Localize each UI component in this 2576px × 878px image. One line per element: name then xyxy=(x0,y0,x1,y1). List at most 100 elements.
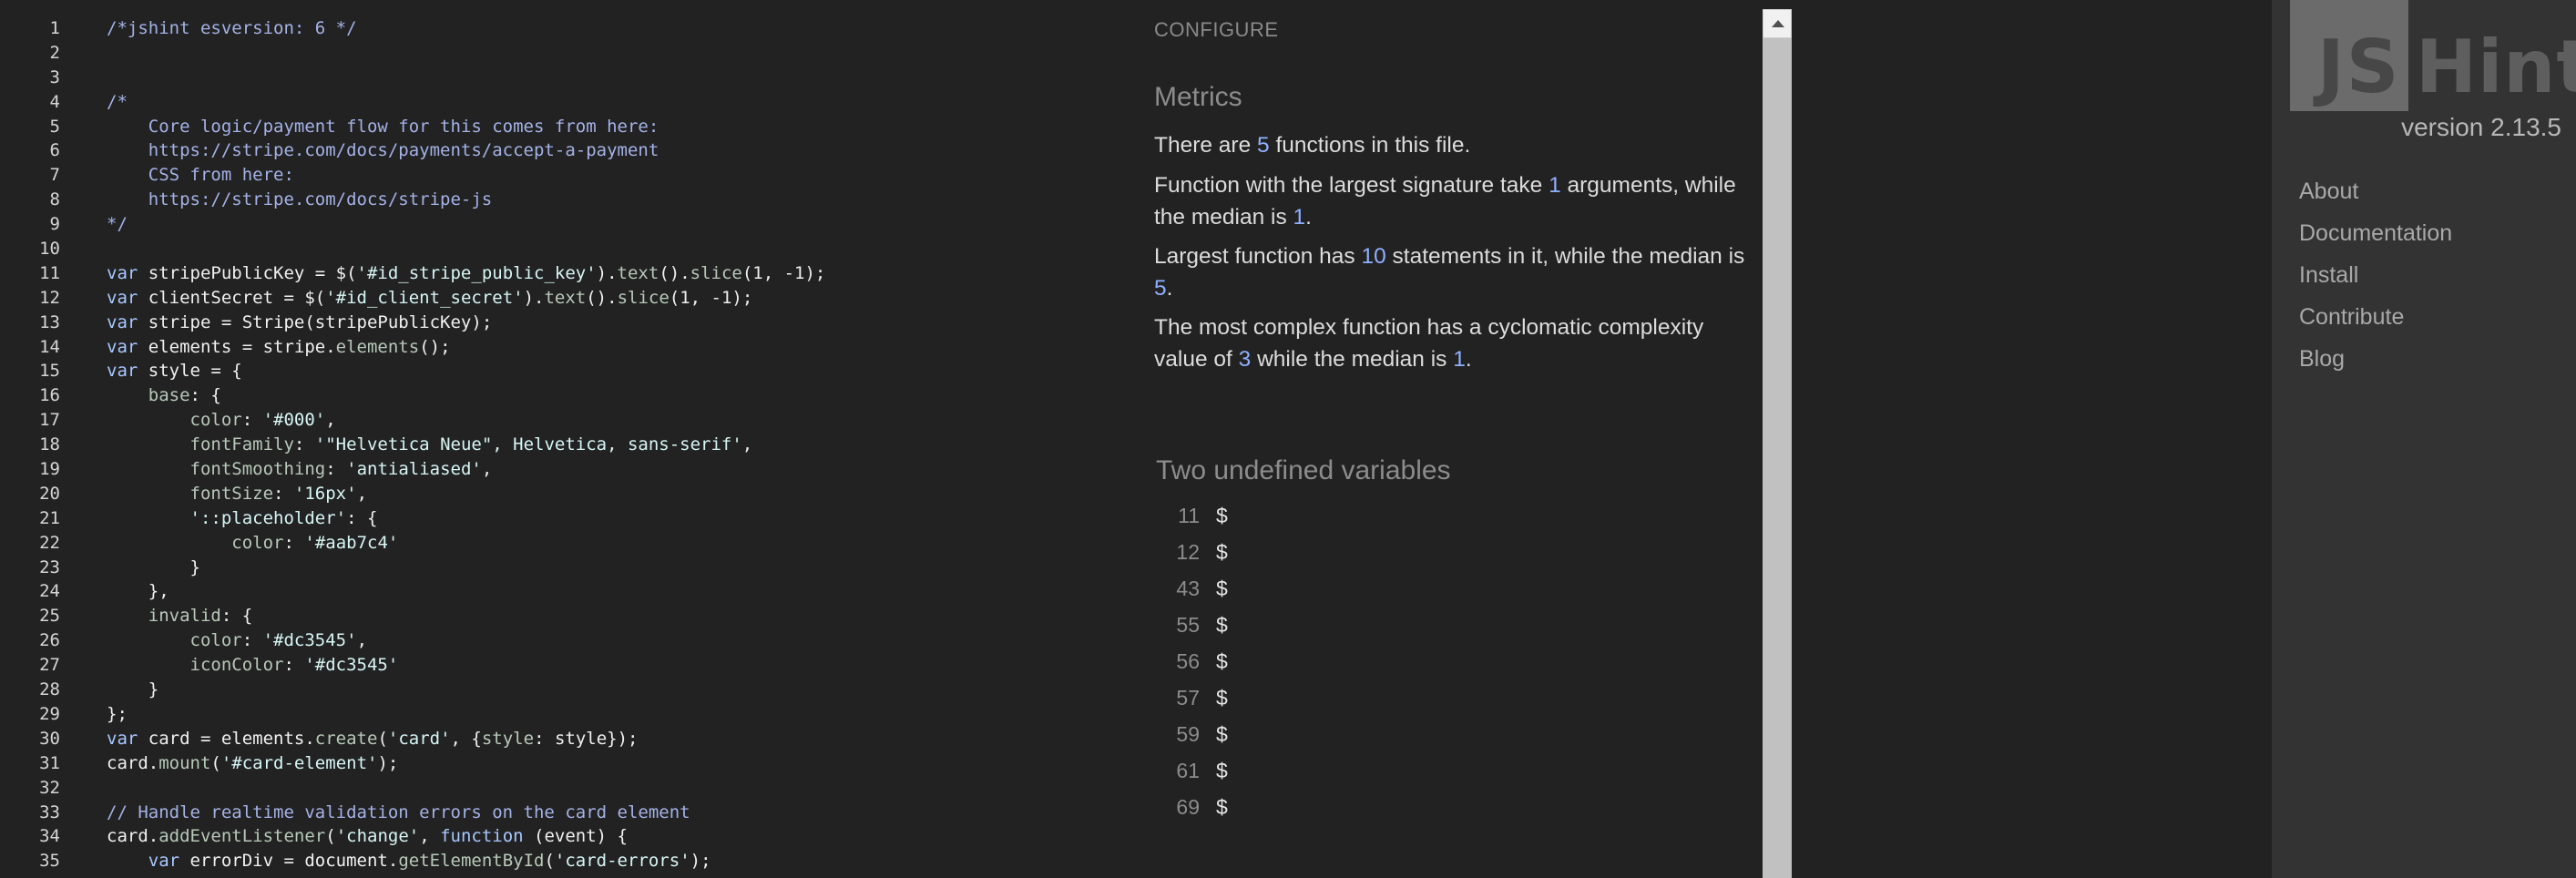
undefined-variable-line[interactable]: 43 xyxy=(1156,570,1200,607)
code-line[interactable]: card.mount('#card-element'); xyxy=(107,751,1127,776)
undefined-variable-row[interactable]: 12 $ xyxy=(1156,534,1227,570)
code-token: create xyxy=(314,728,378,749)
code-token: '::placeholder' xyxy=(189,507,347,528)
undefined-variable-line[interactable]: 61 xyxy=(1156,752,1200,789)
code-token: elements xyxy=(335,336,420,357)
code-token: (1, -1); xyxy=(741,262,826,283)
nav-contribute[interactable]: Contribute xyxy=(2299,304,2404,331)
code-token: (). xyxy=(659,262,690,283)
code-line[interactable]: color: '#000', xyxy=(107,408,1127,433)
code-line[interactable] xyxy=(107,237,1127,261)
undefined-variable-row[interactable]: 69 $ xyxy=(1156,789,1227,825)
code-line[interactable]: var elements = stripe.elements(); xyxy=(107,335,1127,360)
code-token: var xyxy=(107,311,138,332)
code-line[interactable]: fontFamily: '"Helvetica Neue", Helvetica… xyxy=(107,433,1127,457)
code-editor[interactable]: 1 2 3 4 5 6 7 8 9 10 11 12 13 14 15 16 17 18 19 20 21 22 23 24 2… xyxy=(0,0,1130,878)
code-line[interactable]: var style = { xyxy=(107,359,1127,383)
undefined-variable-row[interactable]: 43 $ xyxy=(1156,570,1227,607)
scroll-thumb[interactable] xyxy=(1764,42,1790,878)
configure-link[interactable]: CONFIGURE xyxy=(1154,18,1279,42)
nav-blog[interactable]: Blog xyxy=(2299,346,2345,373)
undefined-variable-row[interactable]: 56 $ xyxy=(1156,643,1227,679)
code-token: : xyxy=(325,459,347,480)
undefined-variable-row[interactable]: 59 $ xyxy=(1156,716,1227,752)
undefined-variable-name: $ xyxy=(1216,504,1228,527)
undefined-variable-line[interactable]: 69 xyxy=(1156,789,1200,825)
line-number: 14 xyxy=(39,336,60,357)
nav-install[interactable]: Install xyxy=(2299,262,2358,289)
undefined-variable-row[interactable]: 57 $ xyxy=(1156,679,1227,716)
code-line[interactable]: } xyxy=(107,556,1127,580)
code-token: text xyxy=(617,262,659,283)
undefined-variable-line[interactable]: 57 xyxy=(1156,679,1200,716)
code-token: var xyxy=(107,287,138,308)
code-token: 'card-errors' xyxy=(554,851,690,872)
undefined-variable-row[interactable]: 61 $ xyxy=(1156,752,1228,789)
code-token: fontFamily xyxy=(189,434,294,455)
code-line[interactable]: color: '#aab7c4' xyxy=(107,531,1127,556)
code-line[interactable]: }, xyxy=(107,579,1127,604)
code-line[interactable]: var clientSecret = $('#id_client_secret'… xyxy=(107,286,1127,311)
code-line[interactable]: var stripePublicKey = $('#id_stripe_publ… xyxy=(107,261,1127,286)
code-line[interactable]: var card = elements.create('card', {styl… xyxy=(107,727,1127,751)
undefined-variable-line[interactable]: 11 xyxy=(1156,497,1200,534)
nav-documentation[interactable]: Documentation xyxy=(2299,220,2452,247)
content-gap xyxy=(1792,0,2272,878)
undefined-variable-line[interactable]: 56 xyxy=(1156,643,1200,679)
code-line[interactable] xyxy=(107,776,1127,801)
code-line[interactable]: iconColor: '#dc3545' xyxy=(107,653,1127,678)
code-token: '#aab7c4' xyxy=(304,532,399,553)
code-token: '"Helvetica Neue", Helvetica, sans-serif… xyxy=(314,434,742,455)
jshint-page: 1 2 3 4 5 6 7 8 9 10 11 12 13 14 15 16 17 18 19 20 21 22 23 24 2… xyxy=(0,0,2576,878)
code-token: : xyxy=(283,655,305,676)
code-line[interactable]: var stripe = Stripe(stripePublicKey); xyxy=(107,311,1127,335)
code-line[interactable]: https://stripe.com/docs/stripe-js xyxy=(107,188,1127,212)
undefined-variable-line[interactable]: 55 xyxy=(1156,607,1200,643)
code-line[interactable]: '::placeholder': { xyxy=(107,506,1127,531)
code-token: : { xyxy=(220,606,253,627)
code-line[interactable]: color: '#dc3545', xyxy=(107,628,1127,653)
code-line[interactable]: /* xyxy=(107,90,1127,115)
code-line[interactable]: }; xyxy=(107,702,1127,727)
undefined-variable-line[interactable]: 59 xyxy=(1156,716,1200,752)
code-line[interactable]: https://stripe.com/docs/payments/accept-… xyxy=(107,138,1127,163)
code-token: color xyxy=(189,630,242,651)
code-token: }; xyxy=(107,703,128,724)
code-token: invalid xyxy=(148,606,221,627)
code-line[interactable] xyxy=(107,41,1127,66)
code-line[interactable]: var errorDiv = document.getElementById('… xyxy=(107,849,1127,873)
code-token: card = elements. xyxy=(138,728,315,749)
jshint-logo[interactable]: JS Hint xyxy=(2290,0,2576,111)
undefined-variable-row[interactable]: 55 $ xyxy=(1156,607,1227,643)
code-token: '#id_client_secret' xyxy=(325,287,524,308)
code-line[interactable]: /*jshint esversion: 6 */ xyxy=(107,16,1127,41)
code-token: '#dc3545' xyxy=(262,630,357,651)
scroll-up-button[interactable] xyxy=(1763,9,1792,38)
code-line[interactable]: CSS from here: xyxy=(107,163,1127,188)
undefined-variable-name: $ xyxy=(1216,759,1228,782)
undefined-variable-line[interactable]: 12 xyxy=(1156,534,1200,570)
code-line[interactable]: // Handle realtime validation errors on … xyxy=(107,801,1127,825)
code-line[interactable]: */ xyxy=(107,212,1127,237)
line-number: 33 xyxy=(39,801,60,822)
nav-about[interactable]: About xyxy=(2299,179,2358,205)
code-line[interactable]: } xyxy=(107,678,1127,702)
code-line[interactable]: fontSmoothing: 'antialiased', xyxy=(107,457,1127,482)
code-line[interactable]: invalid: { xyxy=(107,604,1127,628)
report-scrollbar[interactable] xyxy=(1763,9,1792,878)
metric-text: Largest function has xyxy=(1154,244,1362,269)
code-token: : { xyxy=(346,507,378,528)
code-area[interactable]: /*jshint esversion: 6 */ /* Core logic/pa… xyxy=(107,16,1127,873)
code-line[interactable]: base: { xyxy=(107,383,1127,408)
undefined-variable-row[interactable]: 11 $ xyxy=(1156,497,1228,534)
metric-text: There are xyxy=(1154,133,1258,158)
code-line[interactable]: Core logic/payment flow for this comes f… xyxy=(107,115,1127,139)
code-line[interactable]: card.addEventListener('change', function… xyxy=(107,824,1127,849)
code-token: color xyxy=(189,410,242,431)
line-number: 29 xyxy=(39,703,60,724)
code-line[interactable] xyxy=(107,66,1127,90)
code-line[interactable]: fontSize: '16px', xyxy=(107,482,1127,506)
